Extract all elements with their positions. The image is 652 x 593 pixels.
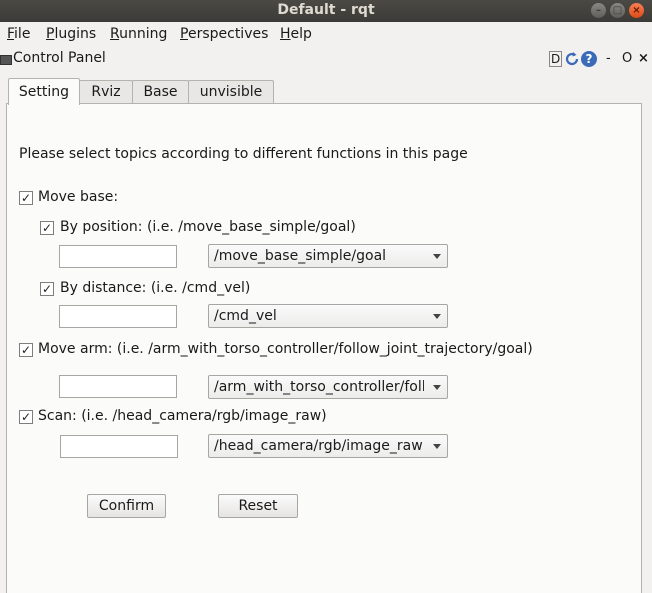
chevron-down-icon (433, 444, 441, 449)
scan-input[interactable] (60, 435, 178, 458)
by-distance-input[interactable] (59, 305, 177, 328)
by-distance-label: By distance: (i.e. /cmd_vel) (60, 280, 251, 296)
by-distance-combo[interactable]: /cmd_vel (208, 304, 448, 328)
by-position-combo[interactable]: /move_base_simple/goal (208, 244, 448, 268)
tab-bar: Setting Rviz Base unvisible (0, 78, 652, 105)
scan-combo[interactable]: /head_camera/rgb/image_raw (208, 434, 448, 458)
menu-help[interactable]: Help (280, 26, 312, 42)
chevron-down-icon (433, 314, 441, 319)
maximize-icon[interactable]: □ (610, 3, 625, 18)
move-arm-combo-value: /arm_with_torso_controller/foll (214, 379, 424, 395)
scan-combo-value: /head_camera/rgb/image_raw (214, 438, 423, 454)
menubar: File Plugins Running Perspectives Help (0, 22, 652, 48)
move-arm-label: Move arm: (i.e. /arm_with_torso_controll… (38, 341, 533, 357)
instruction-text: Please select topics according to differ… (19, 146, 468, 162)
setting-panel: Please select topics according to differ… (6, 103, 642, 593)
window-title: Default - rqt (277, 2, 375, 18)
dock-minimize-button[interactable]: - (606, 51, 611, 66)
move-arm-combo[interactable]: /arm_with_torso_controller/foll (208, 375, 448, 399)
tab-setting[interactable]: Setting (8, 78, 80, 105)
scan-checkbox[interactable]: ✓ (19, 410, 33, 424)
menu-file[interactable]: File (7, 26, 30, 42)
menu-running[interactable]: Running (110, 26, 167, 42)
chevron-down-icon (433, 254, 441, 259)
by-distance-combo-value: /cmd_vel (214, 308, 277, 324)
reload-icon[interactable] (564, 51, 580, 71)
menu-perspectives[interactable]: Perspectives (180, 26, 268, 42)
reset-button[interactable]: Reset (218, 494, 298, 518)
dock-d-button[interactable]: D (549, 51, 563, 67)
move-arm-input[interactable] (59, 375, 177, 398)
close-icon[interactable]: × (629, 3, 644, 18)
move-arm-checkbox[interactable]: ✓ (19, 343, 33, 357)
menu-plugins[interactable]: Plugins (46, 26, 96, 42)
scan-label: Scan: (i.e. /head_camera/rgb/image_raw) (38, 408, 327, 424)
by-position-checkbox[interactable]: ✓ (40, 221, 54, 235)
dock-title: Control Panel (13, 50, 106, 66)
move-base-label: Move base: (38, 189, 119, 205)
dock-close-button[interactable]: × (638, 51, 649, 66)
window-titlebar: Default - rqt – □ × (0, 0, 652, 22)
confirm-button[interactable]: Confirm (87, 494, 166, 518)
dock-float-button[interactable]: O (622, 51, 632, 66)
by-position-combo-value: /move_base_simple/goal (214, 248, 387, 264)
help-icon[interactable]: ? (581, 51, 597, 67)
tab-base[interactable]: Base (132, 80, 189, 103)
by-position-label: By position: (i.e. /move_base_simple/goa… (60, 219, 356, 235)
tab-unvisible[interactable]: unvisible (188, 80, 274, 103)
dock-handle-icon (0, 55, 12, 65)
by-position-input[interactable] (59, 245, 177, 268)
tab-rviz[interactable]: Rviz (79, 80, 133, 103)
move-base-checkbox[interactable]: ✓ (19, 191, 33, 205)
chevron-down-icon (433, 385, 441, 390)
by-distance-checkbox[interactable]: ✓ (40, 282, 54, 296)
minimize-icon[interactable]: – (591, 3, 606, 18)
dock-titlebar: Control Panel D ? - O × (0, 48, 652, 70)
